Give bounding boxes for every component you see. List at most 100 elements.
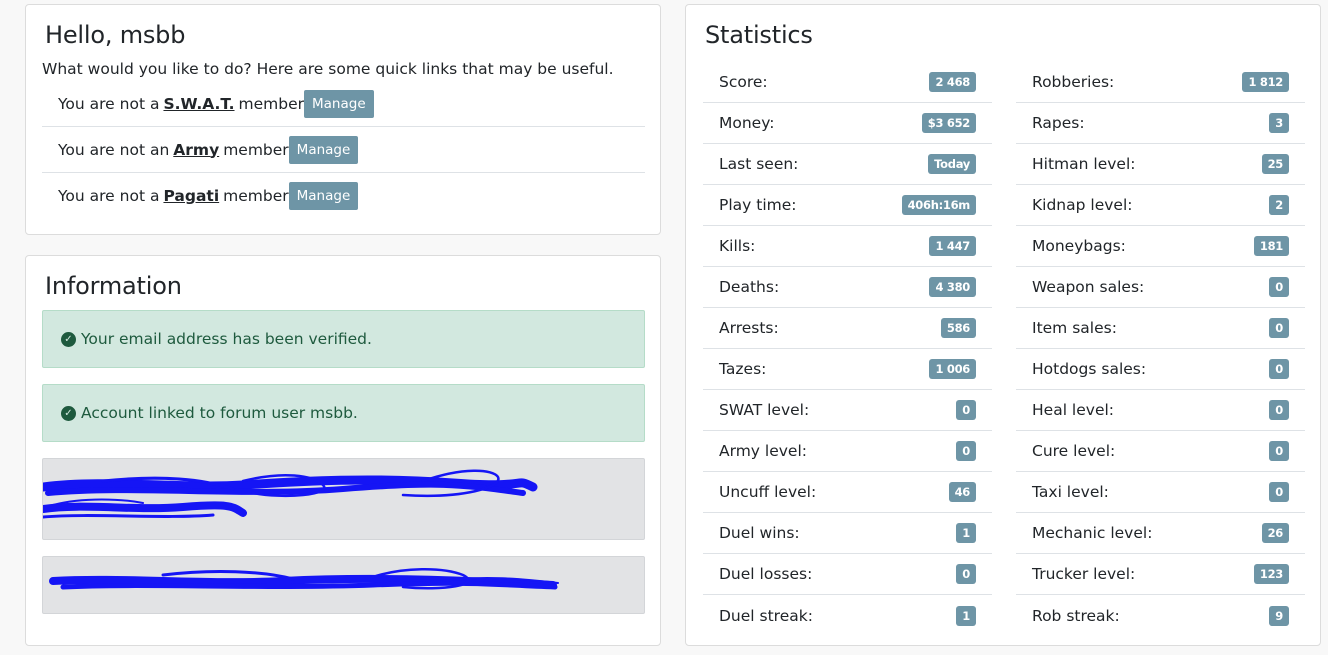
stat-value-badge: 1 812 xyxy=(1242,72,1289,92)
membership-prefix: You are not a xyxy=(58,94,160,113)
stat-value-badge: 406h:16m xyxy=(901,195,976,215)
stat-value-badge: 9 xyxy=(1269,605,1289,626)
membership-suffix: member xyxy=(223,140,289,159)
stat-label: Cure level: xyxy=(1032,442,1116,460)
stat-row: Duel streak: 1 xyxy=(703,595,992,636)
information-title: Information xyxy=(45,272,182,300)
stat-row: Score: 2 468 xyxy=(703,62,992,103)
stat-row: Duel wins: 1 xyxy=(703,513,992,554)
stat-row: Taxi level: 0 xyxy=(1016,472,1305,513)
stat-label: Army level: xyxy=(719,442,807,460)
army-link[interactable]: Army xyxy=(173,141,219,159)
stat-label: Trucker level: xyxy=(1032,565,1136,583)
intro-text: What would you like to do? Here are some… xyxy=(42,60,614,78)
stat-label: Score: xyxy=(719,73,768,91)
stat-label: Deaths: xyxy=(719,278,780,296)
stat-value-badge: 0 xyxy=(956,441,976,461)
stat-label: Kills: xyxy=(719,237,756,255)
stat-row: Duel losses: 0 xyxy=(703,554,992,595)
stat-value-badge: 0 xyxy=(1269,277,1289,297)
stat-value-badge: Today xyxy=(928,154,976,174)
stat-value-badge: 586 xyxy=(940,318,976,338)
stat-value-badge: 0 xyxy=(1269,441,1289,461)
stat-row: Weapon sales: 0 xyxy=(1016,267,1305,308)
stat-value-badge: 1 006 xyxy=(929,359,976,379)
stat-label: Money: xyxy=(719,114,775,132)
stat-label: SWAT level: xyxy=(719,401,810,419)
stat-label: Mechanic level: xyxy=(1032,524,1153,542)
redacted-notice-2 xyxy=(42,556,645,614)
redaction-scribble xyxy=(49,568,559,590)
information-card: Information ✓ Your email address has bee… xyxy=(25,255,661,646)
stat-row: Rapes: 3 xyxy=(1016,103,1305,144)
stat-label: Weapon sales: xyxy=(1032,278,1145,296)
stat-value-badge: 2 468 xyxy=(929,72,976,92)
stat-row: Tazes: 1 006 xyxy=(703,349,992,390)
stat-label: Heal level: xyxy=(1032,401,1115,419)
stat-label: Rob streak: xyxy=(1032,606,1120,625)
stat-value-badge: 1 447 xyxy=(929,236,976,256)
stat-row: Uncuff level: 46 xyxy=(703,472,992,513)
stat-label: Moneybags: xyxy=(1032,237,1126,255)
membership-row-pagati: You are not a Pagati member Manage xyxy=(42,173,645,219)
hello-card: Hello, msbb What would you like to do? H… xyxy=(25,4,661,235)
pagati-link[interactable]: Pagati xyxy=(163,187,219,205)
stat-row: Play time: 406h:16m xyxy=(703,185,992,226)
stat-label: Hitman level: xyxy=(1032,155,1136,173)
stat-row: Mechanic level: 26 xyxy=(1016,513,1305,554)
membership-row-army: You are not an Army member Manage xyxy=(42,127,645,173)
stat-value-badge: 26 xyxy=(1261,523,1289,543)
stat-value-badge: 0 xyxy=(956,564,976,584)
stat-value-badge: 3 xyxy=(1269,113,1289,133)
stat-row: Deaths: 4 380 xyxy=(703,267,992,308)
stat-value-badge: 0 xyxy=(1269,359,1289,379)
stat-label: Arrests: xyxy=(719,319,779,337)
swat-link[interactable]: S.W.A.T. xyxy=(163,95,234,113)
forum-linked-alert: ✓ Account linked to forum user msbb. xyxy=(42,384,645,442)
stat-row: Heal level: 0 xyxy=(1016,390,1305,431)
manage-pagati-button[interactable]: Manage xyxy=(288,182,359,210)
stat-row: Cure level: 0 xyxy=(1016,431,1305,472)
check-circle-icon: ✓ xyxy=(61,331,76,347)
redacted-notice-1 xyxy=(42,458,645,540)
stat-label: Taxi level: xyxy=(1032,483,1109,501)
stat-label: Kidnap level: xyxy=(1032,196,1133,214)
stat-label: Duel streak: xyxy=(719,606,813,625)
stat-label: Item sales: xyxy=(1032,319,1117,337)
stat-label: Rapes: xyxy=(1032,114,1085,132)
stat-label: Robberies: xyxy=(1032,73,1115,91)
stat-label: Duel losses: xyxy=(719,565,813,583)
stat-row: Kidnap level: 2 xyxy=(1016,185,1305,226)
stat-label: Uncuff level: xyxy=(719,483,817,501)
membership-prefix: You are not an xyxy=(58,140,170,159)
alert-text: Your email address has been verified. xyxy=(81,330,372,348)
stat-value-badge: 46 xyxy=(948,482,976,502)
stat-label: Tazes: xyxy=(719,360,767,378)
manage-army-button[interactable]: Manage xyxy=(288,135,359,164)
manage-swat-button[interactable]: Manage xyxy=(304,89,374,118)
stat-value-badge: 1 xyxy=(956,605,976,626)
stat-row: Kills: 1 447 xyxy=(703,226,992,267)
stats-right-column: Robberies: 1 812 Rapes: 3 Hitman level: 25 Kid… xyxy=(1016,62,1305,636)
membership-suffix: member xyxy=(223,187,289,205)
membership-prefix: You are not a xyxy=(58,187,160,205)
stat-value-badge: 0 xyxy=(1269,482,1289,502)
stat-row: Hitman level: 25 xyxy=(1016,144,1305,185)
check-circle-icon: ✓ xyxy=(61,405,76,421)
stat-row: SWAT level: 0 xyxy=(703,390,992,431)
redaction-scribble xyxy=(43,469,538,519)
statistics-title: Statistics xyxy=(705,21,813,49)
stat-row: Rob streak: 9 xyxy=(1016,595,1305,636)
stat-value-badge: 25 xyxy=(1261,154,1289,174)
stat-row: Army level: 0 xyxy=(703,431,992,472)
stat-row: Hotdogs sales: 0 xyxy=(1016,349,1305,390)
membership-suffix: member xyxy=(238,94,304,113)
stat-label: Hotdogs sales: xyxy=(1032,360,1147,378)
stat-value-badge: 0 xyxy=(1269,318,1289,338)
stat-value-badge: $3 652 xyxy=(921,113,976,133)
stat-label: Last seen: xyxy=(719,155,799,173)
stat-row: Item sales: 0 xyxy=(1016,308,1305,349)
stat-row: Trucker level: 123 xyxy=(1016,554,1305,595)
email-verified-alert: ✓ Your email address has been verified. xyxy=(42,310,645,368)
stat-value-badge: 2 xyxy=(1269,195,1289,215)
